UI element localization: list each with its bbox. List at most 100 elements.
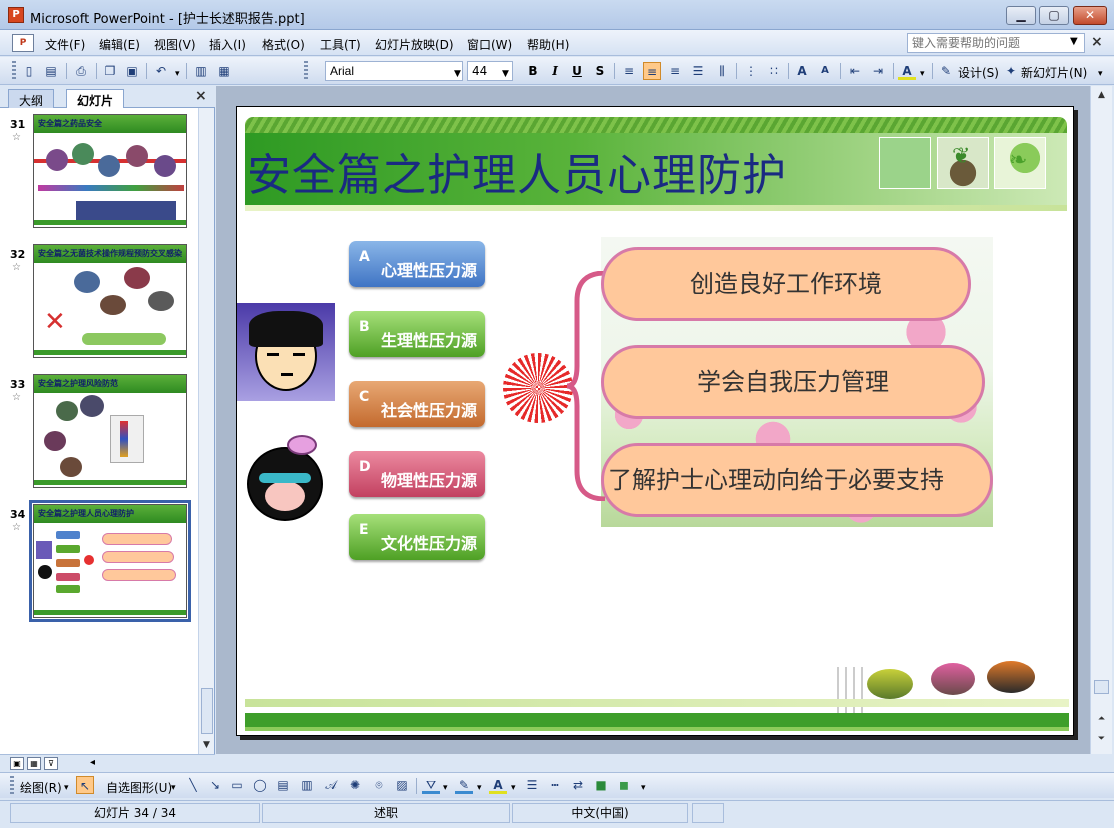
font-color-icon[interactable]: A — [898, 62, 916, 80]
fill-color-dropdown-icon[interactable]: ▾ — [443, 783, 448, 793]
slide-thumbnail-34[interactable]: 安全篇之护理人员心理防护 — [29, 500, 191, 622]
scroll-up-icon[interactable]: ▲ — [1094, 88, 1109, 103]
new-document-icon[interactable]: ▯ — [20, 62, 38, 80]
previous-slide-icon[interactable]: ⏶ — [1094, 712, 1109, 727]
picture-icon[interactable]: ▨ — [393, 776, 411, 794]
draw-menu-button[interactable]: 绘图(R) — [20, 779, 62, 796]
draw-font-color-icon[interactable]: A — [489, 776, 507, 794]
autoshapes-button[interactable]: 自选图形(U) — [106, 779, 172, 796]
new-slide-icon[interactable]: ✦ — [1002, 62, 1020, 80]
dash-style-icon[interactable]: ┅ — [546, 776, 564, 794]
menu-help[interactable]: 帮助(H) — [527, 36, 569, 53]
slide-thumbnail-32[interactable]: 安全篇之无菌技术操作规程预防交叉感染 ✕ — [33, 244, 187, 358]
powerpoint-app-icon[interactable]: P — [8, 7, 24, 23]
scrollbar-thumb[interactable] — [201, 688, 213, 734]
draw-dropdown-icon[interactable]: ▾ — [64, 783, 69, 793]
design-button[interactable]: 设计(S) — [958, 64, 999, 81]
arrow-style-icon[interactable]: ⇄ — [569, 776, 587, 794]
3d-style-icon[interactable]: ◼ — [615, 776, 633, 794]
print-icon[interactable]: ⎙ — [72, 62, 90, 80]
scrollbar-thumb[interactable] — [1094, 680, 1109, 694]
slide-sorter-view-icon[interactable]: ▦ — [27, 757, 41, 770]
menu-format[interactable]: 格式(O) — [262, 36, 305, 53]
scroll-down-icon[interactable]: ▼ — [199, 738, 214, 753]
toolbar-grip[interactable] — [12, 61, 16, 81]
clipart-icon[interactable]: ⌾ — [370, 776, 388, 794]
insert-table-icon[interactable]: ▦ — [215, 62, 233, 80]
font-color-dropdown-icon[interactable]: ▾ — [920, 69, 925, 79]
document-close-icon[interactable]: × — [1091, 34, 1103, 50]
align-center-icon[interactable]: ≡ — [643, 62, 661, 80]
undo-dropdown-icon[interactable]: ▾ — [175, 69, 180, 79]
bold-button[interactable]: B — [524, 62, 542, 80]
paste-icon[interactable]: ▣ — [123, 62, 141, 80]
italic-button[interactable]: I — [546, 62, 564, 80]
autoshapes-dropdown-icon[interactable]: ▾ — [171, 783, 176, 793]
slide-thumbnail-31[interactable]: 安全篇之药品安全 — [33, 114, 187, 228]
open-icon[interactable]: ▤ — [42, 62, 60, 80]
copy-icon[interactable]: ❐ — [101, 62, 119, 80]
stress-source-b[interactable]: B 生理性压力源 — [349, 311, 485, 357]
toolbar-grip[interactable] — [304, 61, 308, 81]
menu-file[interactable]: 文件(F) — [45, 36, 85, 53]
action-good-environment[interactable]: 创造良好工作环境 — [601, 247, 971, 321]
line-color-dropdown-icon[interactable]: ▾ — [477, 783, 482, 793]
slide-vertical-scrollbar[interactable]: ▲ ⏶ ⏷ — [1090, 86, 1112, 754]
justify-icon[interactable]: ☰ — [689, 62, 707, 80]
next-slide-icon[interactable]: ⏷ — [1094, 732, 1109, 747]
increase-font-icon[interactable]: A — [793, 62, 811, 80]
diagram-icon[interactable]: ✺ — [346, 776, 364, 794]
underline-button[interactable]: U — [568, 62, 586, 80]
wordart-icon[interactable]: 𝒜 — [322, 776, 340, 794]
normal-view-icon[interactable]: ▣ — [10, 757, 24, 770]
font-name-box[interactable]: Arial — [325, 61, 463, 81]
select-arrow-icon[interactable]: ↖ — [76, 776, 94, 794]
align-left-icon[interactable]: ≡ — [620, 62, 638, 80]
font-size-dropdown-icon[interactable]: ▼ — [502, 69, 509, 79]
align-right-icon[interactable]: ≡ — [666, 62, 684, 80]
rectangle-icon[interactable]: ▭ — [228, 776, 246, 794]
toolbar-options-icon[interactable]: ▾ — [1098, 69, 1103, 79]
menu-window[interactable]: 窗口(W) — [467, 36, 512, 53]
menu-view[interactable]: 视图(V) — [154, 36, 196, 53]
bullets-icon[interactable]: ∷ — [765, 62, 783, 80]
line-style-icon[interactable]: ☰ — [523, 776, 541, 794]
fill-color-icon[interactable]: ⛛ — [422, 776, 440, 794]
line-color-icon[interactable]: ✎ — [455, 776, 473, 794]
menu-slideshow[interactable]: 幻灯片放映(D) — [375, 36, 454, 53]
font-dropdown-icon[interactable]: ▼ — [454, 69, 461, 79]
stress-source-e[interactable]: E 文化性压力源 — [349, 514, 485, 560]
shadow-button[interactable]: S — [591, 62, 609, 80]
pane-close-icon[interactable]: × — [195, 88, 207, 104]
decrease-indent-icon[interactable]: ⇤ — [846, 62, 864, 80]
undo-icon[interactable]: ↶ — [152, 62, 170, 80]
scroll-left-icon[interactable]: ◂ — [90, 757, 95, 768]
current-slide[interactable]: 安全篇之护理人员心理防护 ❦ ❧ A 心理性压力源 B 生理性压力源 C 社会性… — [236, 106, 1074, 736]
textbox-icon[interactable]: ▤ — [274, 776, 292, 794]
design-icon[interactable]: ✎ — [937, 62, 955, 80]
help-dropdown-icon[interactable]: ▼ — [1070, 36, 1078, 47]
numbering-icon[interactable]: ⋮ — [742, 62, 760, 80]
stress-source-c[interactable]: C 社会性压力源 — [349, 381, 485, 427]
document-icon[interactable]: P — [12, 34, 34, 52]
slide-thumbnail-33[interactable]: 安全篇之护理风险防范 — [33, 374, 187, 488]
menu-edit[interactable]: 编辑(E) — [99, 36, 140, 53]
draw-font-color-dropdown-icon[interactable]: ▾ — [511, 783, 516, 793]
menu-insert[interactable]: 插入(I) — [209, 36, 246, 53]
tab-slides[interactable]: 幻灯片 — [66, 89, 125, 108]
line-icon[interactable]: ╲ — [184, 776, 202, 794]
insert-chart-icon[interactable]: ▥ — [192, 62, 210, 80]
vertical-textbox-icon[interactable]: ▥ — [298, 776, 316, 794]
stress-source-a[interactable]: A 心理性压力源 — [349, 241, 485, 287]
close-button[interactable]: ✕ — [1073, 6, 1107, 25]
increase-indent-icon[interactable]: ⇥ — [869, 62, 887, 80]
stress-source-d[interactable]: D 物理性压力源 — [349, 451, 485, 497]
drawbar-options-icon[interactable]: ▾ — [641, 783, 646, 793]
slideshow-view-icon[interactable]: ⊽ — [44, 757, 58, 770]
slide-title[interactable]: 安全篇之护理人员心理防护 — [247, 139, 787, 203]
shadow-style-icon[interactable]: ■ — [592, 776, 610, 794]
arrow-icon[interactable]: ↘ — [206, 776, 224, 794]
tab-outline[interactable]: 大纲 — [8, 89, 55, 108]
oval-icon[interactable]: ◯ — [251, 776, 269, 794]
minimize-button[interactable]: ▁ — [1006, 6, 1036, 25]
